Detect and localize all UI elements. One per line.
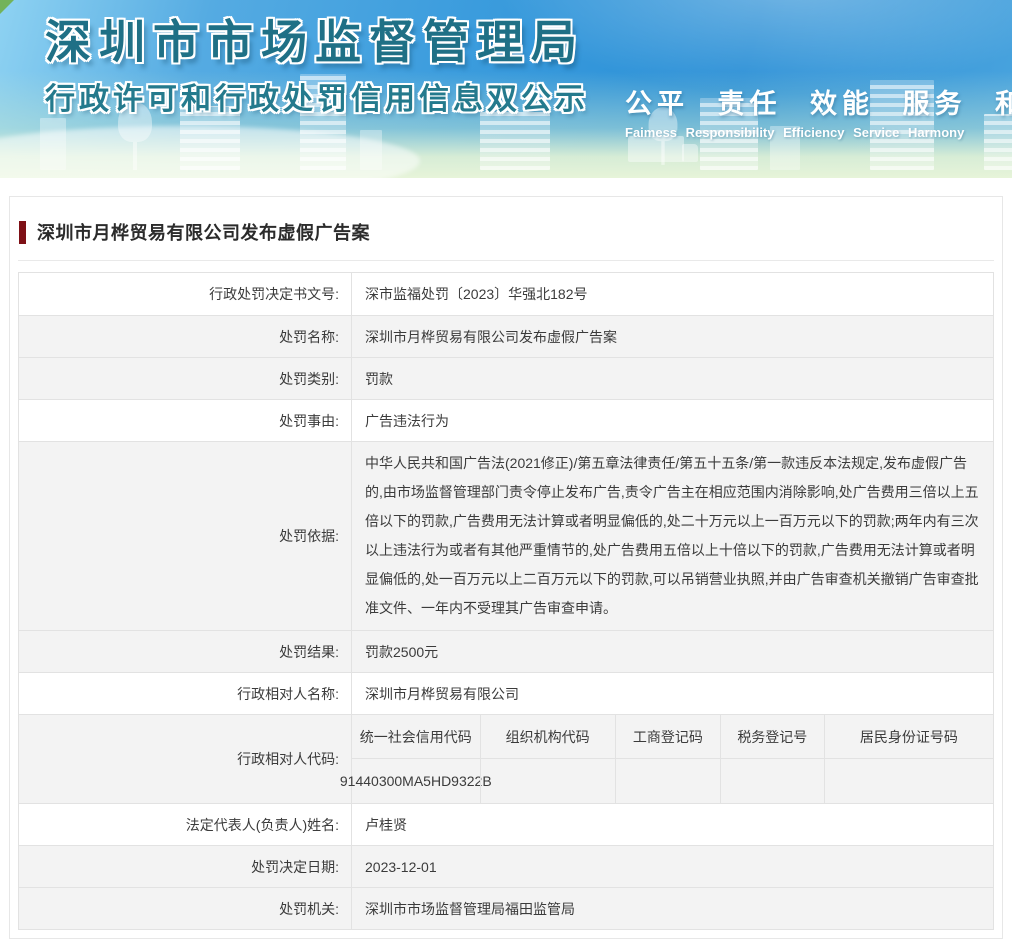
codes-value-id-number — [823, 759, 993, 803]
row-label: 行政处罚决定书文号: — [19, 273, 352, 315]
codes-cell: 统一社会信用代码 组织机构代码 工商登记码 税务登记号 居民身份证号码 9144… — [339, 715, 993, 803]
codes-header: 税务登记号 — [719, 715, 824, 758]
building-icon — [480, 112, 550, 170]
table-row-document-number: 行政处罚决定书文号: 深市监福处罚〔2023〕华强北182号 — [19, 273, 993, 315]
row-value: 罚款2500元 — [365, 643, 439, 660]
case-title-block: 深圳市月桦贸易有限公司发布虚假广告案 — [19, 219, 994, 245]
row-value: 深市监福处罚〔2023〕华强北182号 — [365, 286, 588, 302]
title-accent-bar — [19, 220, 26, 244]
row-label: 处罚依据: — [19, 442, 352, 630]
penalty-info-table: 行政处罚决定书文号: 深市监福处罚〔2023〕华强北182号 处罚名称: 深圳市… — [18, 272, 994, 930]
title-divider — [18, 260, 994, 261]
building-icon — [360, 130, 382, 170]
slogan-block: 公平 责任 效能 服务 和谐 Faimess Responsibility Ef… — [625, 82, 1012, 140]
row-value: 深圳市市场监督管理局福田监管局 — [365, 900, 575, 917]
row-label: 行政相对人代码: — [19, 715, 352, 803]
site-banner: 深圳市市场监督管理局 行政许可和行政处罚信用信息双公示 公平 责任 效能 服务 … — [0, 0, 1012, 178]
row-label: 处罚决定日期: — [19, 846, 352, 887]
codes-header: 统一社会信用代码 — [359, 728, 472, 745]
row-label: 处罚名称: — [19, 316, 352, 357]
table-row-penalty-reason: 处罚事由: 广告违法行为 — [19, 399, 993, 441]
site-subtitle: 行政许可和行政处罚信用信息双公示 — [45, 83, 589, 116]
table-row-penalty-result: 处罚结果: 罚款2500元 — [19, 630, 993, 672]
row-label: 处罚机关: — [19, 888, 352, 929]
row-value: 罚款 — [365, 370, 393, 387]
row-value: 广告违法行为 — [365, 412, 449, 429]
codes-value-row: 91440300MA5HD9322B — [339, 759, 993, 803]
table-row-party-name: 行政相对人名称: 深圳市月桦贸易有限公司 — [19, 672, 993, 714]
table-row-penalty-authority: 处罚机关: 深圳市市场监督管理局福田监管局 — [19, 887, 993, 929]
table-row-penalty-category: 处罚类别: 罚款 — [19, 357, 993, 399]
building-icon — [40, 118, 66, 170]
row-value: 2023-12-01 — [365, 858, 437, 875]
table-row-decision-date: 处罚决定日期: 2023-12-01 — [19, 845, 993, 887]
codes-value-business-reg — [614, 759, 720, 803]
content-panel: 深圳市月桦贸易有限公司发布虚假广告案 行政处罚决定书文号: 深市监福处罚〔202… — [9, 196, 1003, 939]
row-label: 行政相对人名称: — [19, 673, 352, 714]
codes-header: 居民身份证号码 — [823, 715, 993, 758]
slogan-english: Faimess Responsibility Efficiency Servic… — [625, 125, 965, 140]
row-value: 卢桂贤 — [365, 816, 407, 833]
table-row-penalty-name: 处罚名称: 深圳市月桦贸易有限公司发布虚假广告案 — [19, 315, 993, 357]
row-value: 深圳市月桦贸易有限公司 — [365, 685, 519, 702]
row-label: 处罚事由: — [19, 400, 352, 441]
codes-value-org-code — [479, 759, 615, 803]
row-label: 处罚类别: — [19, 358, 352, 399]
row-label: 处罚结果: — [19, 631, 352, 672]
codes-value-credit-code: 91440300MA5HD9322B — [339, 773, 492, 789]
row-value: 深圳市月桦贸易有限公司发布虚假广告案 — [365, 328, 617, 345]
codes-header: 工商登记码 — [614, 715, 720, 758]
table-row-penalty-basis: 处罚依据: 中华人民共和国广告法(2021修正)/第五章法律责任/第五十五条/第… — [19, 441, 993, 630]
codes-value-tax-reg — [719, 759, 824, 803]
table-row-party-codes: 行政相对人代码: 统一社会信用代码 组织机构代码 工商登记码 税务登记号 居民身… — [19, 714, 993, 803]
row-value: 中华人民共和国广告法(2021修正)/第五章法律责任/第五十五条/第一款违反本法… — [365, 455, 979, 616]
codes-table: 统一社会信用代码 组织机构代码 工商登记码 税务登记号 居民身份证号码 9144… — [339, 715, 993, 803]
site-title: 深圳市市场监督管理局 — [45, 16, 585, 68]
case-title: 深圳市月桦贸易有限公司发布虚假广告案 — [37, 223, 370, 243]
corner-leaf-icon — [0, 0, 14, 14]
row-label: 法定代表人(负责人)姓名: — [19, 804, 352, 845]
codes-header-row: 统一社会信用代码 组织机构代码 工商登记码 税务登记号 居民身份证号码 — [352, 715, 993, 759]
slogan-chinese: 公平 责任 效能 服务 和谐 — [625, 89, 1012, 119]
codes-header: 组织机构代码 — [479, 715, 615, 758]
table-row-legal-representative: 法定代表人(负责人)姓名: 卢桂贤 — [19, 803, 993, 845]
hill-decoration — [0, 126, 420, 178]
